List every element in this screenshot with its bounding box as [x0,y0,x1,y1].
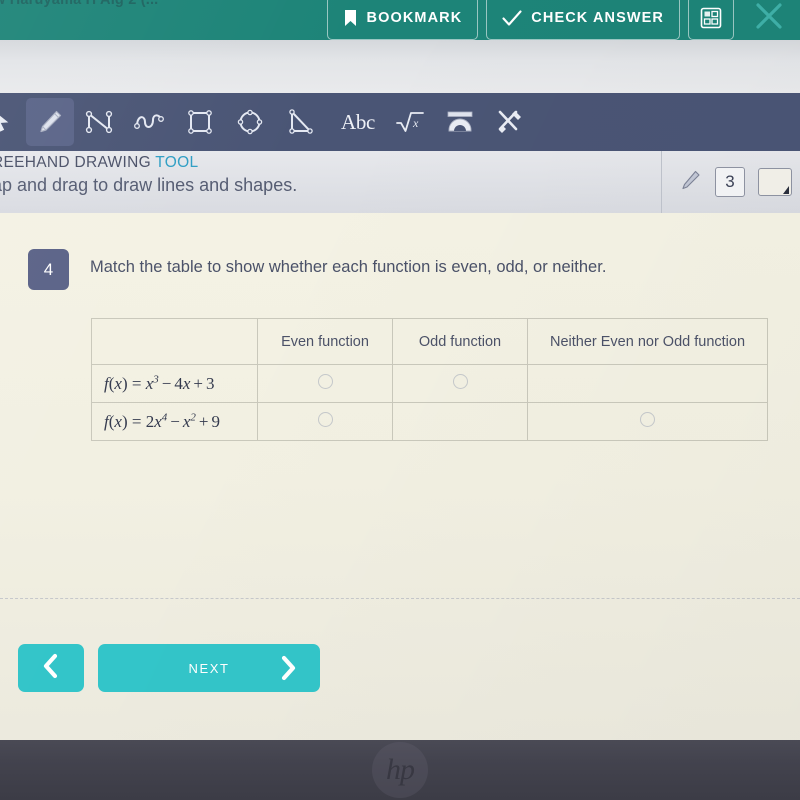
tool-options: 3 [661,151,792,213]
navigation-bar: NEXT [0,628,800,708]
chevron-down-icon [783,186,789,194]
question-header: 4 Match the table to show whether each f… [28,249,606,290]
calculator-icon [700,7,722,29]
check-icon [502,9,522,27]
pencil-icon [36,108,64,136]
bookmark-icon [343,9,358,27]
next-label: NEXT [188,660,230,676]
color-picker[interactable] [758,168,792,196]
question-prompt: Match the table to show whether each fun… [90,258,607,276]
hp-logo: hp [372,742,428,798]
square-root-icon: x [395,109,425,135]
option-cell-odd-row1[interactable] [392,364,528,403]
header-actions: BOOKMARK CHECK ANSWER [326,0,797,40]
question-number-badge: 4 [28,249,69,290]
chevron-right-icon [278,655,298,681]
freehand-pencil-tool[interactable] [26,98,74,146]
tool-info-text: REEHAND DRAWING TOOL ap and drag to draw… [0,154,297,196]
tool-name-accent: TOOL [155,154,199,171]
option-cell-odd-row2[interactable] [392,402,528,441]
radio-even-row1[interactable] [317,373,333,389]
polygon-tool[interactable] [226,98,274,146]
table-header-neither: Neither Even nor Odd function [527,318,768,365]
curve-icon [134,109,166,135]
radio-even-row2[interactable] [317,411,333,427]
tool-name: REEHAND DRAWING TOOL [0,154,297,172]
text-tool[interactable]: Abc [332,98,384,146]
check-answer-button[interactable]: CHECK ANSWER [486,0,680,40]
tool-name-prefix: REEHAND DRAWING [0,154,156,171]
app-header: w Haruyama H Alg 2 (... BOOKMARK CHECK A… [0,0,800,40]
triangle-icon [286,108,314,136]
protractor-tool[interactable] [436,98,484,146]
screen-capture: w Haruyama H Alg 2 (... BOOKMARK CHECK A… [0,0,800,800]
rectangle-icon [186,108,214,136]
function-label-row2: f(x) = 2x4− x2 +9 [91,402,258,441]
next-button[interactable]: NEXT [98,644,320,692]
table-header-odd: Odd function [392,318,528,365]
curve-tool[interactable] [126,98,174,146]
assignment-title: w Haruyama H Alg 2 (... [0,0,159,8]
bookmark-label: BOOKMARK [366,10,463,26]
wrench-screwdriver-icon [496,108,524,136]
polyline-icon [85,108,115,136]
radio-neither-row2[interactable] [640,411,655,427]
drawing-toolbar: Abc x [0,93,800,151]
protractor-icon [445,109,475,135]
cursor-arrow-icon [0,109,11,135]
option-cell-even-row2[interactable] [257,402,393,441]
matching-table: Even function Odd function Neither Even … [91,318,768,441]
polygon-icon [236,108,264,136]
polyline-tool[interactable] [76,98,124,146]
pencil-icon [680,169,702,196]
select-cursor-tool[interactable] [0,98,24,146]
check-answer-label: CHECK ANSWER [531,10,664,26]
close-icon [753,0,785,37]
triangle-tool[interactable] [276,98,324,146]
option-cell-even-row1[interactable] [257,364,393,403]
question-content: 4 Match the table to show whether each f… [0,213,800,740]
table-header-row: Even function Odd function Neither Even … [91,318,768,365]
rectangle-tool[interactable] [176,98,224,146]
chevron-left-icon [41,653,61,684]
calculator-button[interactable] [688,0,734,40]
table-row: f(x) = x3−4x +3 [91,364,768,403]
text-tool-label: Abc [340,109,376,134]
stroke-width-value: 3 [725,172,735,191]
equation-tool[interactable]: x [386,98,434,146]
settings-wrench-tool[interactable] [486,98,534,146]
table-row: f(x) = 2x4− x2 +9 [91,402,768,441]
back-button[interactable] [18,644,84,692]
header-gap-strip [0,40,800,93]
bookmark-button[interactable]: BOOKMARK [326,0,479,40]
table-header-even: Even function [257,318,393,365]
radio-odd-row1[interactable] [452,373,468,389]
svg-text:x: x [412,116,419,130]
stroke-width-selector[interactable]: 3 [715,167,745,197]
option-cell-neither-row1[interactable] [527,364,768,403]
close-button[interactable] [742,0,796,40]
function-label-row1: f(x) = x3−4x +3 [91,364,258,403]
table-header-blank [91,318,258,365]
option-cell-neither-row2[interactable] [527,402,768,441]
tool-hint: ap and drag to draw lines and shapes. [0,175,298,195]
content-divider [0,598,800,599]
tool-info-bar: REEHAND DRAWING TOOL ap and drag to draw… [0,151,800,213]
laptop-bezel: hp [0,740,800,800]
hp-logo-text: hp [386,753,415,786]
